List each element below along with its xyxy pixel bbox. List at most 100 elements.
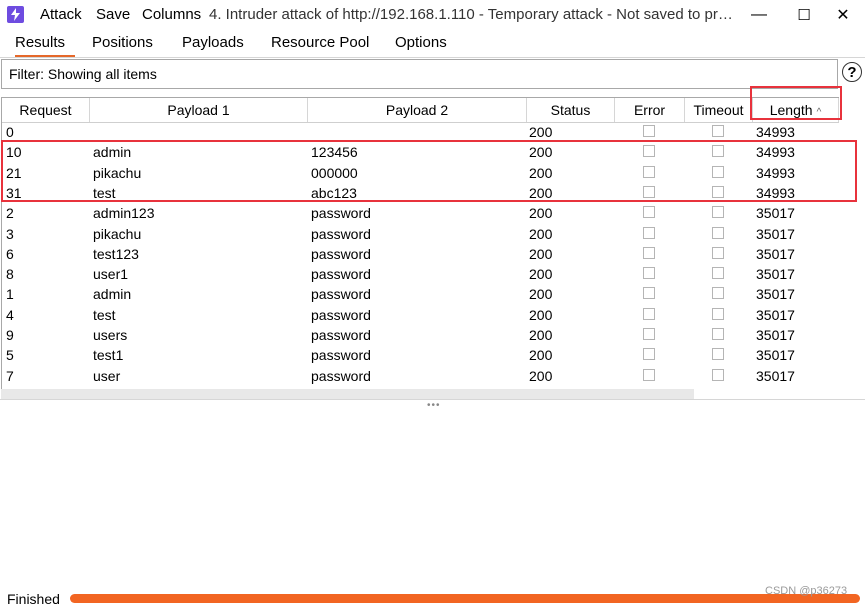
sort-ascending-icon: ^: [816, 107, 822, 118]
error-checkbox[interactable]: [643, 287, 655, 300]
close-button[interactable]: ✕: [821, 1, 865, 29]
error-checkbox[interactable]: [643, 206, 655, 219]
cell-payload1: user1: [93, 266, 129, 283]
cell-payload2: abc123: [311, 184, 357, 201]
column-header-request[interactable]: Request: [2, 98, 90, 122]
drag-handle-icon[interactable]: •••: [427, 400, 441, 411]
error-checkbox[interactable]: [643, 246, 655, 259]
menu-columns[interactable]: Columns: [142, 6, 201, 23]
error-checkbox[interactable]: [643, 145, 655, 158]
cell-length: 35017: [756, 205, 795, 222]
error-checkbox[interactable]: [643, 165, 655, 178]
error-checkbox[interactable]: [643, 348, 655, 361]
cell-payload2: password: [311, 347, 371, 364]
column-header-payload2[interactable]: Payload 2: [308, 98, 527, 122]
column-header-status[interactable]: Status: [527, 98, 615, 122]
cell-length: 35017: [756, 327, 795, 343]
timeout-checkbox[interactable]: [712, 307, 724, 320]
error-checkbox[interactable]: [643, 125, 655, 137]
cell-payload1: pikachu: [93, 164, 142, 181]
cell-request: 8: [6, 266, 14, 283]
error-checkbox[interactable]: [643, 307, 655, 320]
cell-payload2: password: [311, 245, 371, 262]
timeout-checkbox[interactable]: [712, 165, 724, 178]
cell-status: 200: [529, 266, 553, 283]
cell-request: 3: [6, 225, 14, 242]
cell-payload1: users: [93, 327, 128, 343]
error-checkbox[interactable]: [643, 368, 655, 381]
cell-request: 6: [6, 245, 14, 262]
timeout-checkbox[interactable]: [712, 368, 724, 381]
error-checkbox[interactable]: [643, 267, 655, 280]
cell-length: 35017: [756, 347, 795, 364]
table-row[interactable]: 7 user password 200 35017: [2, 366, 839, 386]
table-row[interactable]: 2 admin123 password 200 35017: [2, 203, 839, 223]
timeout-checkbox[interactable]: [712, 287, 724, 300]
cell-status: 200: [529, 184, 553, 201]
table-row[interactable]: 5 test1 password 200 35017: [2, 345, 839, 365]
cell-request: 4: [6, 306, 14, 323]
cell-payload1: admin123: [93, 205, 155, 222]
table-row[interactable]: 8 user1 password 200 35017: [2, 264, 839, 284]
table-row[interactable]: 31 test abc123 200 34993: [2, 183, 839, 203]
error-checkbox[interactable]: [643, 328, 655, 340]
horizontal-scrollbar[interactable]: [1, 389, 694, 399]
timeout-checkbox[interactable]: [712, 206, 724, 219]
table-row[interactable]: 0 200 34993: [2, 122, 839, 142]
timeout-checkbox[interactable]: [712, 348, 724, 361]
table-row[interactable]: 10 admin 123456 200 34993: [2, 142, 839, 162]
menu-save[interactable]: Save: [96, 6, 130, 23]
cell-payload1: pikachu: [93, 225, 142, 242]
cell-length: 35017: [756, 367, 795, 384]
timeout-checkbox[interactable]: [712, 246, 724, 259]
filter-bar[interactable]: Filter: Showing all items: [1, 59, 838, 89]
cell-status: 200: [529, 367, 553, 384]
cell-payload2: password: [311, 225, 371, 242]
column-header-timeout[interactable]: Timeout: [685, 98, 753, 122]
minimize-button[interactable]: —: [737, 1, 781, 29]
error-checkbox[interactable]: [643, 185, 655, 198]
table-row[interactable]: 4 test password 200 35017: [2, 305, 839, 325]
table-row[interactable]: 1 admin password 200 35017: [2, 284, 839, 304]
table-row[interactable]: 9 users password 200 35017: [2, 325, 839, 345]
column-header-error[interactable]: Error: [615, 98, 685, 122]
cell-status: 200: [529, 164, 553, 181]
table-row[interactable]: 21 pikachu 000000 200 34993: [2, 163, 839, 183]
maximize-button[interactable]: ☐: [782, 1, 826, 29]
progress-bar: [70, 594, 860, 603]
tab-positions[interactable]: Positions: [92, 34, 153, 55]
timeout-checkbox[interactable]: [712, 125, 724, 137]
timeout-checkbox[interactable]: [712, 145, 724, 158]
menu-attack[interactable]: Attack: [40, 6, 82, 23]
tab-results[interactable]: Results: [15, 34, 75, 57]
cell-payload2: password: [311, 367, 371, 384]
cell-payload1: test1: [93, 347, 124, 364]
cell-request: 5: [6, 347, 14, 364]
cell-status: 200: [529, 205, 553, 222]
cell-status: 200: [529, 245, 553, 262]
title-bar: Attack Save Columns 4. Intruder attack o…: [0, 0, 865, 31]
cell-request: 7: [6, 367, 14, 384]
tab-resource-pool[interactable]: Resource Pool: [271, 34, 369, 55]
cell-payload1: test: [93, 306, 116, 323]
cell-payload2: password: [311, 266, 371, 283]
cell-length: 35017: [756, 245, 795, 262]
error-checkbox[interactable]: [643, 226, 655, 239]
timeout-checkbox[interactable]: [712, 328, 724, 340]
cell-status: 200: [529, 306, 553, 323]
cell-request: 1: [6, 286, 14, 303]
column-header-length[interactable]: Length ^: [753, 98, 839, 122]
column-header-payload1[interactable]: Payload 1: [90, 98, 308, 122]
tab-options[interactable]: Options: [395, 34, 447, 55]
cell-length: 34993: [756, 164, 795, 181]
tab-bar: Results Positions Payloads Resource Pool…: [0, 31, 865, 58]
timeout-checkbox[interactable]: [712, 267, 724, 280]
table-row[interactable]: 6 test123 password 200 35017: [2, 244, 839, 264]
cell-request: 31: [6, 184, 22, 201]
timeout-checkbox[interactable]: [712, 226, 724, 239]
timeout-checkbox[interactable]: [712, 185, 724, 198]
help-circle-icon[interactable]: ?: [842, 62, 862, 82]
cell-request: 21: [6, 164, 22, 181]
tab-payloads[interactable]: Payloads: [182, 34, 244, 55]
table-row[interactable]: 3 pikachu password 200 35017: [2, 224, 839, 244]
